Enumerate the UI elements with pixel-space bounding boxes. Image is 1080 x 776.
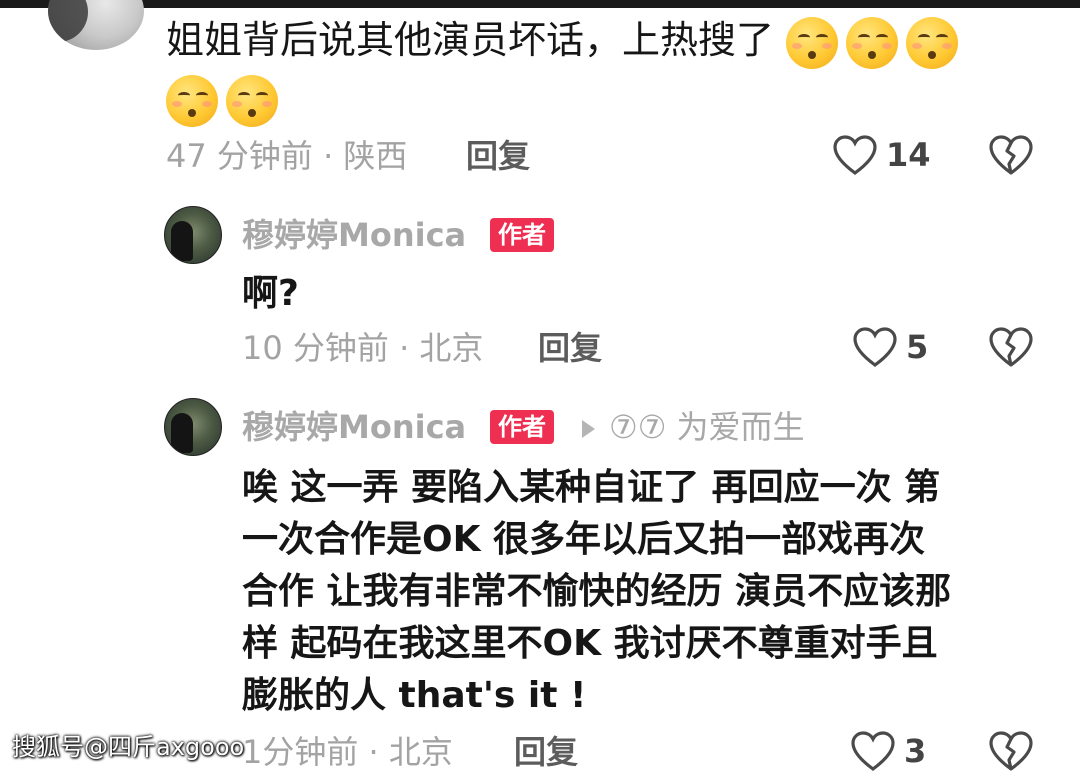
author-avatar[interactable] — [164, 206, 222, 264]
author-badge: 作者 — [490, 410, 554, 444]
reply-text-line: 合作 让我有非常不愉快的经历 演员不应该那 — [242, 571, 952, 612]
like-count: 5 — [906, 328, 929, 366]
reply-button[interactable]: 回复 — [538, 328, 602, 368]
broken-heart-icon — [989, 327, 1033, 367]
broken-heart-icon — [989, 731, 1033, 771]
shushing-face-icon — [786, 16, 839, 69]
like-button[interactable]: 5 — [852, 326, 928, 368]
shushing-face-icon — [226, 74, 278, 127]
top-edge — [0, 0, 1080, 8]
author-avatar[interactable] — [164, 398, 222, 456]
reply-button[interactable]: 回复 — [514, 732, 578, 772]
reply-to[interactable]: ⑦⑦ 为爱而生 — [582, 405, 805, 449]
author-username[interactable]: 穆婷婷Monica — [242, 405, 466, 449]
reply-time-location: 10 分钟前 · 北京 — [242, 329, 484, 367]
reply-button[interactable]: 回复 — [466, 136, 530, 176]
like-count: 3 — [904, 732, 927, 770]
author-username[interactable]: 穆婷婷Monica — [242, 213, 466, 257]
reply-to-username: ⑦⑦ 为爱而生 — [609, 408, 805, 446]
broken-heart-icon — [989, 135, 1033, 175]
comment-text: 姐姐背后说其他演员坏话，上热搜了 — [166, 18, 775, 62]
reply-text-line: 唉 这一弄 要陷入某种自证了 再回应一次 第 — [242, 467, 941, 508]
like-button[interactable]: 14 — [832, 134, 931, 176]
like-count: 14 — [886, 136, 931, 174]
comment-time-location: 47 分钟前 · 陕西 — [166, 137, 408, 175]
shushing-face-icon — [906, 16, 959, 69]
dislike-button[interactable] — [988, 134, 1034, 180]
reply-text-line: 膨胀的人 that's it ! — [242, 675, 587, 716]
watermark: 搜狐号@四斤axgooo — [12, 733, 245, 761]
dislike-button[interactable] — [988, 326, 1034, 372]
heart-icon — [851, 731, 895, 771]
like-button[interactable]: 3 — [850, 730, 926, 772]
heart-icon — [833, 135, 877, 175]
reply-arrow-icon — [582, 420, 595, 438]
comment-line-2 — [166, 70, 286, 127]
reply-time-location: 1分钟前 · 北京 — [242, 733, 453, 771]
dislike-button[interactable] — [988, 730, 1034, 776]
reply-text-line: 一次合作是OK 很多年以后又拍一部戏再次 — [242, 519, 926, 560]
shushing-face-icon — [166, 74, 218, 127]
reply-text: 啊? — [242, 273, 299, 314]
comment-line-1: 姐姐背后说其他演员坏话，上热搜了 — [166, 12, 966, 69]
author-badge: 作者 — [490, 218, 554, 252]
commenter-avatar[interactable] — [48, 0, 144, 50]
heart-icon — [853, 327, 897, 367]
reply-text-line: 样 起码在我这里不OK 我讨厌不尊重对手且 — [242, 623, 938, 664]
shushing-face-icon — [846, 16, 899, 69]
